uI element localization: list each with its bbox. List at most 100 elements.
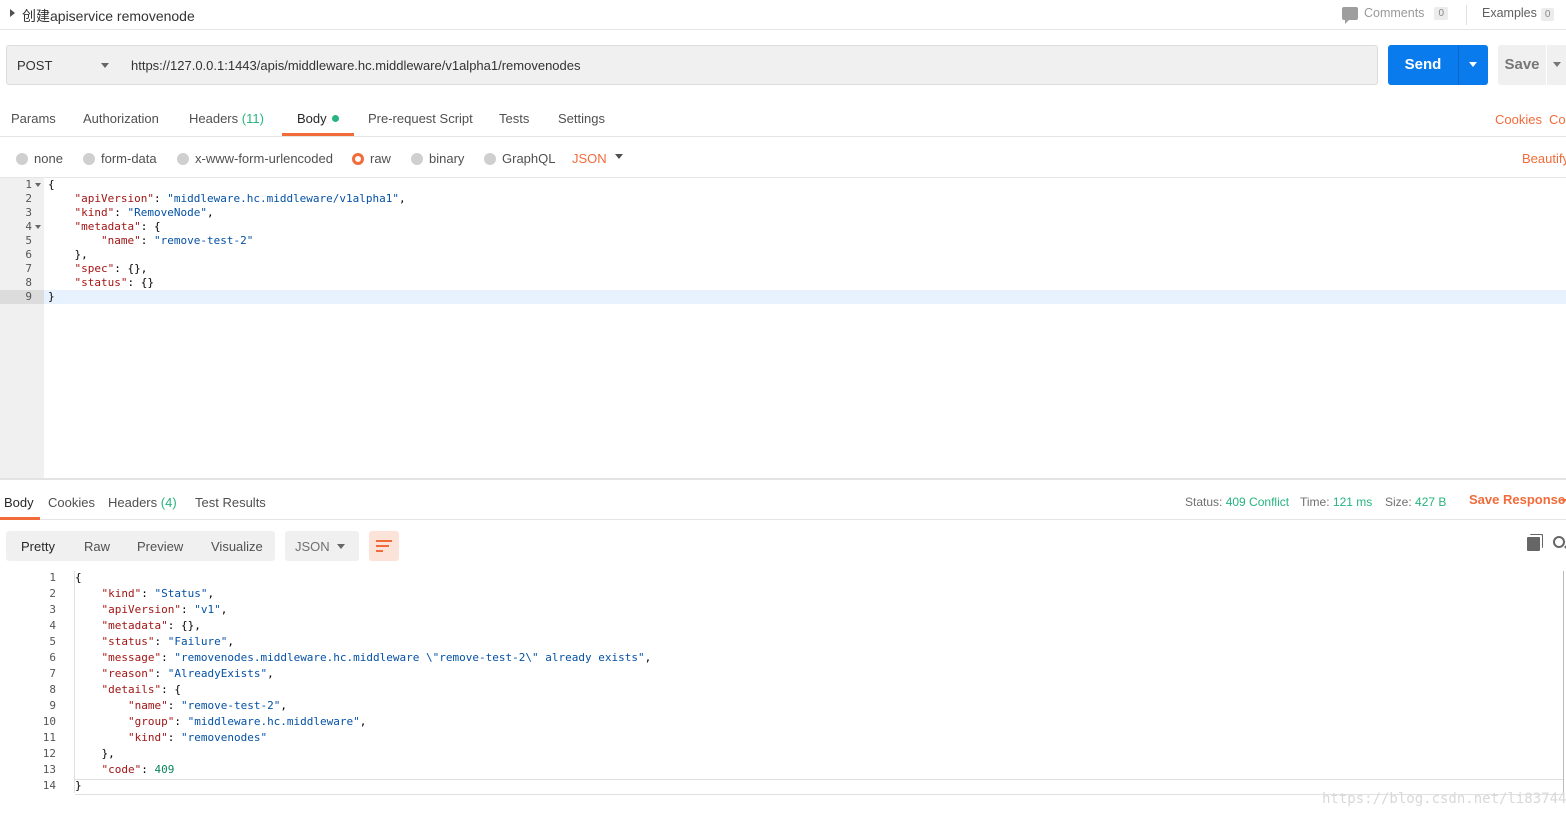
method-select[interactable]: POST bbox=[6, 45, 122, 85]
code-line: "kind": "removenodes" bbox=[127, 731, 268, 744]
save-response-button[interactable]: Save Response bbox=[1469, 492, 1565, 507]
resp-headers-count: (4) bbox=[160, 495, 177, 510]
time-value: 121 ms bbox=[1332, 495, 1373, 509]
response-size[interactable]: Size: 427 B bbox=[1385, 495, 1446, 509]
tab-headers[interactable]: Headers (11) bbox=[189, 111, 264, 126]
response-format-select[interactable]: JSON bbox=[285, 531, 359, 561]
view-raw-button[interactable]: Raw bbox=[84, 539, 110, 554]
tab-settings[interactable]: Settings bbox=[558, 111, 605, 126]
radio-binary[interactable]: binary bbox=[411, 151, 464, 166]
tab-authorization[interactable]: Authorization bbox=[83, 111, 159, 126]
save-button[interactable]: Save bbox=[1498, 45, 1546, 85]
examples-button[interactable]: Examples 0 bbox=[1482, 6, 1555, 21]
code-line: { bbox=[48, 178, 55, 191]
line-number: 9 bbox=[49, 699, 56, 712]
chevron-down-icon[interactable] bbox=[1561, 499, 1566, 503]
cookies-link[interactable]: Cookies bbox=[1495, 112, 1542, 127]
resp-tab-test-results[interactable]: Test Results bbox=[195, 495, 266, 510]
response-time[interactable]: Time: 121 ms bbox=[1300, 495, 1372, 509]
radio-raw[interactable]: raw bbox=[352, 151, 391, 166]
line-number: 7 bbox=[25, 262, 32, 275]
code-line: }, bbox=[75, 747, 115, 760]
chevron-down-icon[interactable] bbox=[615, 154, 623, 159]
radio-circle bbox=[16, 152, 28, 165]
code-line: { bbox=[75, 571, 82, 584]
resp-tab-body[interactable]: Body bbox=[4, 495, 34, 510]
fold-arrow-icon[interactable] bbox=[35, 225, 41, 229]
line-number: 6 bbox=[49, 651, 56, 664]
watermark: https://blog.csdn.net/li837448792 bbox=[1322, 791, 1566, 807]
comments-label: Comments bbox=[1364, 6, 1425, 20]
code-line: "spec": {}, bbox=[74, 262, 148, 275]
divider bbox=[1466, 5, 1467, 25]
line-number: 12 bbox=[42, 747, 56, 760]
line-number: 4 bbox=[49, 619, 56, 632]
examples-count: 0 bbox=[1540, 8, 1555, 21]
comment-icon bbox=[1342, 6, 1358, 24]
radio-label: x-www-form-urlencoded bbox=[195, 151, 333, 166]
send-options-chevron-icon[interactable] bbox=[1458, 45, 1488, 85]
radio-graphql[interactable]: GraphQL bbox=[484, 151, 555, 166]
request-title[interactable]: 创建apiservice removenode bbox=[22, 6, 195, 26]
radio-label: GraphQL bbox=[502, 151, 556, 166]
scrollbar[interactable] bbox=[1563, 571, 1564, 793]
copy-icon[interactable] bbox=[1527, 537, 1540, 551]
radio-circle bbox=[484, 152, 496, 165]
wrap-line bbox=[376, 540, 392, 542]
line-number: 13 bbox=[42, 763, 56, 776]
request-body-editor[interactable]: 1 2 3 4 5 6 7 8 9 { "apiVersion": "middl… bbox=[0, 178, 1566, 478]
request-title-bar: 创建apiservice removenode Comments 0 Examp… bbox=[0, 0, 1566, 30]
response-view-bar: Pretty Raw Preview Visualize JSON bbox=[0, 521, 1566, 571]
view-visualize-button[interactable]: Visualize bbox=[211, 539, 263, 554]
send-button[interactable]: Send bbox=[1388, 45, 1458, 85]
line-number: 6 bbox=[25, 248, 32, 261]
tab-tests[interactable]: Tests bbox=[499, 111, 529, 126]
request-tabs: Params Authorization Headers (11) Body P… bbox=[0, 100, 1566, 137]
fold-arrow-icon[interactable] bbox=[35, 183, 41, 187]
radio-none[interactable]: none bbox=[16, 151, 63, 166]
headers-count: (11) bbox=[241, 111, 264, 126]
radio-label: none bbox=[34, 151, 63, 166]
radio-label: raw bbox=[370, 151, 391, 166]
wrap-line bbox=[376, 550, 383, 552]
code-line: } bbox=[48, 290, 55, 303]
chevron-down-icon bbox=[101, 63, 109, 68]
line-number: 11 bbox=[42, 731, 56, 744]
tab-params[interactable]: Params bbox=[11, 111, 56, 126]
line-number: 10 bbox=[42, 715, 56, 728]
resp-tab-headers[interactable]: Headers (4) bbox=[108, 495, 177, 510]
tab-body[interactable]: Body bbox=[297, 111, 339, 126]
wrap-lines-icon[interactable] bbox=[369, 531, 399, 561]
view-mode-group: Pretty Raw Preview Visualize bbox=[6, 531, 275, 561]
url-input[interactable]: https://127.0.0.1:1443/apis/middleware.h… bbox=[121, 45, 1378, 85]
line-number: 9 bbox=[25, 290, 32, 303]
view-pretty-button[interactable]: Pretty bbox=[21, 539, 55, 554]
examples-label: Examples bbox=[1482, 6, 1537, 20]
url-bar: POST https://127.0.0.1:1443/apis/middlew… bbox=[0, 36, 1566, 94]
response-body-viewer[interactable]: 1 2 3 4 5 6 7 8 9 10 11 12 13 14 { "kind… bbox=[0, 571, 1566, 817]
resp-tab-cookies[interactable]: Cookies bbox=[48, 495, 95, 510]
active-tab-indicator bbox=[282, 133, 354, 136]
response-status[interactable]: Status: 409 Conflict bbox=[1185, 495, 1289, 509]
active-line-highlight bbox=[44, 290, 1566, 304]
line-number: 3 bbox=[25, 206, 32, 219]
radio-label: binary bbox=[429, 151, 465, 166]
search-icon[interactable] bbox=[1553, 536, 1565, 548]
radio-circle bbox=[83, 152, 95, 165]
beautify-link[interactable]: Beautify bbox=[1522, 151, 1566, 166]
response-format-value: JSON bbox=[295, 539, 330, 554]
radio-urlencoded[interactable]: x-www-form-urlencoded bbox=[177, 151, 333, 166]
code-line: "group": "middleware.hc.middleware", bbox=[127, 715, 367, 728]
radio-circle bbox=[177, 152, 189, 165]
code-line: "status": {} bbox=[74, 276, 154, 289]
save-options-chevron-icon[interactable] bbox=[1547, 45, 1566, 85]
radio-form-data[interactable]: form-data bbox=[83, 151, 157, 166]
code-line: "details": { bbox=[101, 683, 181, 696]
raw-format-select[interactable]: JSON bbox=[572, 151, 607, 166]
line-number: 5 bbox=[25, 234, 32, 247]
view-preview-button[interactable]: Preview bbox=[137, 539, 183, 554]
code-link[interactable]: Co bbox=[1549, 112, 1566, 127]
expand-caret-icon[interactable] bbox=[10, 9, 15, 17]
tab-prerequest-script[interactable]: Pre-request Script bbox=[368, 111, 473, 126]
comments-button[interactable]: Comments 0 bbox=[1342, 6, 1448, 24]
